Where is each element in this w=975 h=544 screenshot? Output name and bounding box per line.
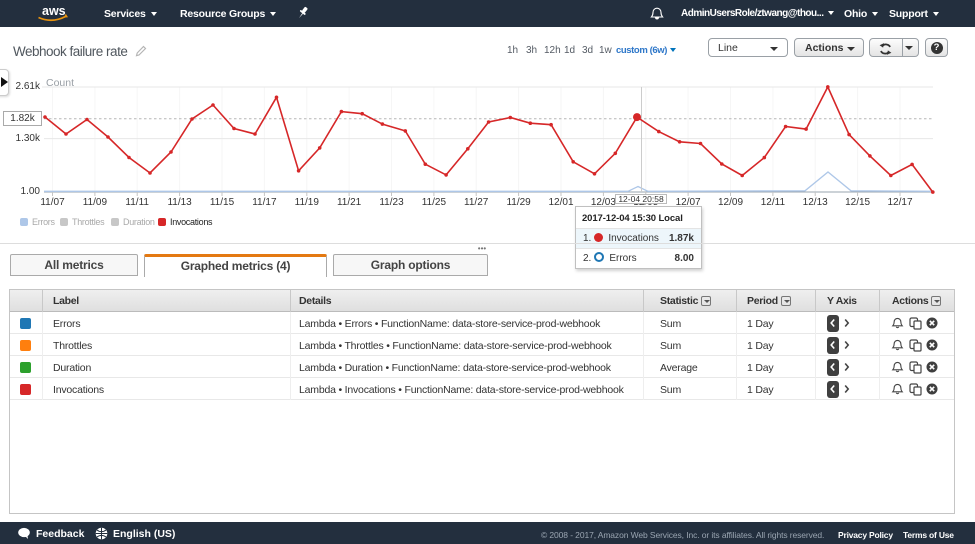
svg-text:aws: aws xyxy=(42,4,66,18)
